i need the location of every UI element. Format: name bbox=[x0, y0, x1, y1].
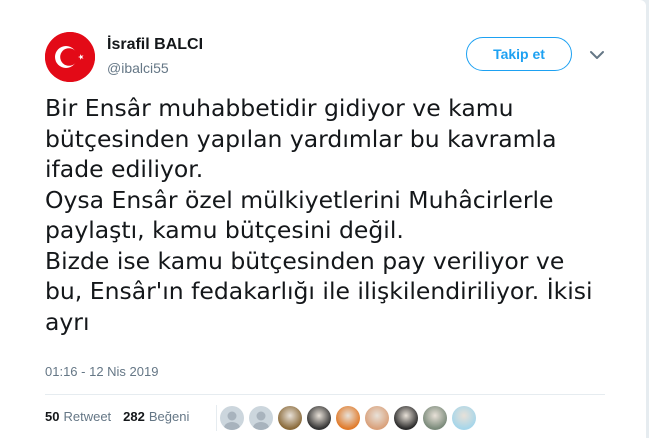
tweet-stats: 50 Retweet 282 Beğeni bbox=[45, 409, 201, 424]
tweet-text-line: paylaştı, kamu bütçesini değil. bbox=[45, 216, 404, 244]
liker-avatar[interactable] bbox=[394, 406, 418, 430]
chevron-down-icon[interactable] bbox=[588, 48, 606, 62]
tweet-text-line: Bir Ensâr muhabbetidir gidiyor ve kamu bbox=[45, 94, 514, 122]
liker-avatar[interactable] bbox=[336, 406, 360, 430]
tweet-text-line: ayrı bbox=[45, 307, 90, 336]
liker-avatar[interactable] bbox=[307, 406, 331, 430]
liker-avatars bbox=[216, 405, 481, 431]
author-name[interactable]: İsrafil BALCI bbox=[107, 36, 203, 54]
tweet-text-line: ifade ediliyor. bbox=[45, 155, 204, 183]
retweet-stat[interactable]: 50 Retweet bbox=[45, 409, 111, 424]
retweet-count: 50 bbox=[45, 409, 60, 424]
tweet-text-line: bu, Ensâr'ın fedakarlığı ile ilişkilendi… bbox=[45, 277, 593, 305]
author-handle[interactable]: @ibalci55 bbox=[107, 60, 169, 76]
tweet-text-line: Bizde ise kamu bütçesinden pay veriliyor… bbox=[45, 246, 565, 275]
turkish-flag-icon bbox=[45, 32, 95, 82]
liker-avatar[interactable] bbox=[220, 406, 244, 430]
default-avatar-icon bbox=[253, 411, 269, 430]
avatar[interactable] bbox=[45, 32, 95, 82]
like-stat[interactable]: 282 Beğeni bbox=[123, 409, 189, 424]
tweet-timestamp[interactable]: 01:16 - 12 Nis 2019 bbox=[45, 364, 158, 379]
liker-avatar[interactable] bbox=[249, 406, 273, 430]
tweet-card: İsrafil BALCI @ibalci55 Takip et Bir Ens… bbox=[0, 0, 646, 438]
like-count: 282 bbox=[123, 409, 145, 424]
divider bbox=[45, 394, 605, 395]
tweet-text: Bir Ensâr muhabbetidir gidiyor ve kamu b… bbox=[45, 93, 605, 337]
default-avatar-icon bbox=[224, 411, 240, 430]
liker-avatar[interactable] bbox=[423, 406, 447, 430]
tweet-text-line: Oysa Ensâr özel mülkiyetlerini Muhâcirle… bbox=[45, 185, 554, 214]
liker-avatar[interactable] bbox=[278, 406, 302, 430]
like-label: Beğeni bbox=[148, 409, 190, 424]
follow-button[interactable]: Takip et bbox=[466, 37, 572, 71]
tweet-text-line: bütçesinden yapılan yardımlar bu kavraml… bbox=[45, 124, 557, 153]
retweet-label: Retweet bbox=[63, 409, 112, 424]
liker-avatar[interactable] bbox=[452, 406, 476, 430]
liker-avatar[interactable] bbox=[365, 406, 389, 430]
